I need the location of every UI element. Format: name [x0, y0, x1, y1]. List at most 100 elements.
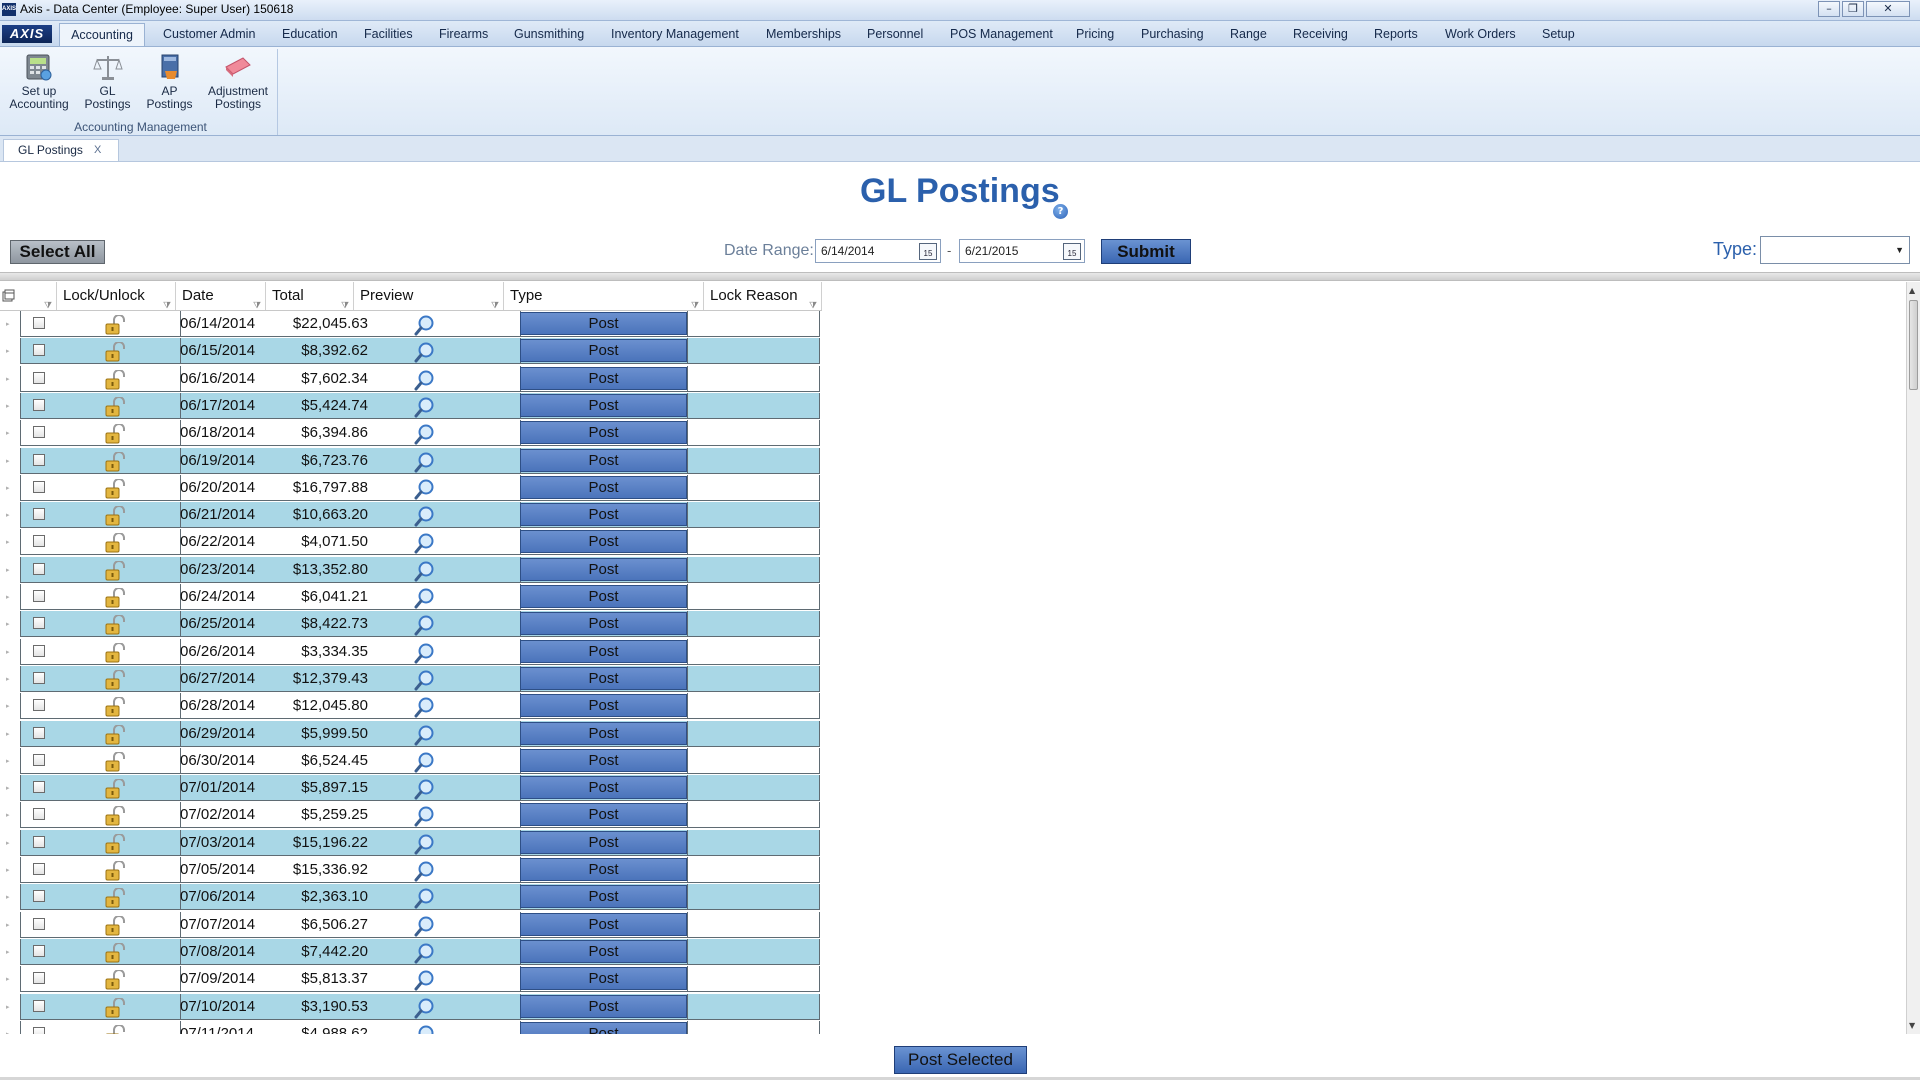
row-checkbox[interactable] [33, 453, 45, 466]
preview-magnifier-icon[interactable] [414, 560, 436, 582]
row-checkbox[interactable] [33, 781, 45, 794]
preview-magnifier-icon[interactable] [414, 478, 436, 500]
row-checkbox[interactable] [33, 863, 45, 875]
menu-tab-firearms[interactable]: Firearms [439, 23, 488, 46]
post-button[interactable]: Post [520, 666, 687, 690]
header-date[interactable]: Date ⧩ [176, 282, 266, 310]
row-checkbox[interactable] [33, 999, 45, 1012]
menu-tab-setup[interactable]: Setup [1542, 23, 1575, 46]
preview-magnifier-icon[interactable] [414, 833, 436, 855]
menu-tab-personnel[interactable]: Personnel [867, 23, 923, 46]
menu-tab-education[interactable]: Education [282, 23, 338, 46]
post-button[interactable]: Post [520, 448, 687, 472]
ap-postings-button[interactable]: AP Postings [142, 53, 197, 111]
lock-icon[interactable] [104, 941, 126, 963]
calendar-icon[interactable]: 15 [919, 243, 937, 260]
menu-tab-gunsmithing[interactable]: Gunsmithing [514, 23, 584, 46]
table-row[interactable]: ▸ 07/11/2014 $4,988.62 Post [6, 1020, 820, 1034]
lock-icon[interactable] [104, 696, 126, 717]
column-chooser-icon[interactable] [2, 289, 15, 302]
lock-icon[interactable] [104, 314, 126, 335]
preview-magnifier-icon[interactable] [414, 1024, 436, 1034]
header-lock-unlock[interactable]: Lock/Unlock ⧩ [57, 282, 176, 310]
table-row[interactable]: ▸ 07/05/2014 $15,336.92 Post [6, 857, 820, 884]
lock-icon[interactable] [104, 860, 126, 881]
table-row[interactable]: ▸ 06/28/2014 $12,045.80 Post [6, 693, 820, 720]
menu-tab-facilities[interactable]: Facilities [364, 23, 413, 46]
table-row[interactable]: ▸ 06/25/2014 $8,422.73 Post [6, 611, 820, 638]
menu-tab-work-orders[interactable]: Work Orders [1445, 23, 1516, 46]
lock-icon[interactable] [104, 887, 126, 908]
table-row[interactable]: ▸ 07/03/2014 $15,196.22 Post [6, 829, 820, 857]
lock-icon[interactable] [104, 559, 126, 581]
row-checkbox[interactable] [33, 426, 45, 439]
menu-tab-pos-management[interactable]: POS Management [950, 23, 1053, 46]
type-select[interactable]: ▼ [1760, 236, 1910, 264]
submit-button[interactable]: Submit [1101, 239, 1191, 264]
preview-magnifier-icon[interactable] [414, 423, 436, 445]
lock-icon[interactable] [104, 450, 126, 472]
menu-tab-range[interactable]: Range [1230, 23, 1267, 46]
row-checkbox[interactable] [33, 944, 45, 957]
lock-icon[interactable] [104, 668, 126, 690]
end-date-field[interactable]: 6/21/2015 15 [959, 239, 1085, 263]
table-row[interactable]: ▸ 06/16/2014 $7,602.34 Post [6, 365, 820, 393]
row-checkbox[interactable] [33, 344, 45, 357]
table-row[interactable]: ▸ 06/24/2014 $6,041.21 Post [6, 584, 820, 611]
setup-accounting-button[interactable]: Set up Accounting [8, 53, 70, 111]
table-row[interactable]: ▸ 06/18/2014 $6,394.86 Post [6, 420, 820, 447]
post-button[interactable]: Post [520, 694, 687, 718]
row-checkbox[interactable] [33, 617, 45, 630]
preview-magnifier-icon[interactable] [414, 642, 436, 664]
table-row[interactable]: ▸ 07/06/2014 $2,363.10 Post [6, 884, 820, 911]
lock-icon[interactable] [104, 614, 126, 635]
lock-icon[interactable] [104, 532, 126, 553]
lock-icon[interactable] [104, 750, 126, 772]
maximize-button[interactable]: ❐ [1842, 1, 1864, 17]
row-checkbox[interactable] [33, 917, 45, 930]
post-button[interactable]: Post [520, 312, 687, 335]
row-checkbox[interactable] [33, 644, 45, 657]
table-row[interactable]: ▸ 06/17/2014 $5,424.74 Post [6, 392, 820, 420]
preview-magnifier-icon[interactable] [414, 724, 436, 746]
header-total[interactable]: Total ⧩ [266, 282, 354, 310]
preview-magnifier-icon[interactable] [414, 860, 436, 882]
row-checkbox[interactable] [33, 317, 45, 329]
post-button[interactable]: Post [520, 967, 687, 991]
header-select[interactable]: ⧩ [20, 282, 57, 310]
table-row[interactable]: ▸ 06/30/2014 $6,524.45 Post [6, 747, 820, 775]
table-row[interactable]: ▸ 06/14/2014 $22,045.63 Post [6, 311, 820, 338]
preview-magnifier-icon[interactable] [414, 505, 436, 527]
preview-magnifier-icon[interactable] [414, 587, 436, 609]
preview-magnifier-icon[interactable] [414, 614, 436, 636]
lock-icon[interactable] [104, 368, 126, 390]
post-button[interactable]: Post [520, 721, 687, 745]
post-button[interactable]: Post [520, 366, 687, 390]
preview-magnifier-icon[interactable] [414, 969, 436, 991]
table-row[interactable]: ▸ 07/10/2014 $3,190.53 Post [6, 993, 820, 1021]
post-button[interactable]: Post [520, 475, 687, 499]
preview-magnifier-icon[interactable] [414, 805, 436, 827]
close-window-button[interactable]: ✕ [1866, 1, 1910, 17]
row-checkbox[interactable] [33, 398, 45, 411]
grid-vertical-scrollbar[interactable]: ▲ ▼ [1906, 282, 1920, 1034]
preview-magnifier-icon[interactable] [414, 396, 436, 418]
table-row[interactable]: ▸ 06/26/2014 $3,334.35 Post [6, 638, 820, 666]
scroll-up-icon[interactable]: ▲ [1909, 286, 1915, 295]
post-button[interactable]: Post [520, 939, 687, 963]
menu-tab-inventory-management[interactable]: Inventory Management [611, 23, 739, 46]
table-row[interactable]: ▸ 06/29/2014 $5,999.50 Post [6, 720, 820, 748]
row-checkbox[interactable] [33, 890, 45, 903]
post-selected-button[interactable]: Post Selected [894, 1046, 1027, 1074]
post-button[interactable]: Post [520, 639, 687, 663]
post-button[interactable]: Post [520, 912, 687, 936]
lock-icon[interactable] [104, 723, 126, 745]
lock-icon[interactable] [104, 832, 126, 854]
table-row[interactable]: ▸ 07/02/2014 $5,259.25 Post [6, 802, 820, 829]
post-button[interactable]: Post [520, 612, 687, 636]
menu-tab-accounting[interactable]: Accounting [59, 23, 145, 46]
post-button[interactable]: Post [520, 858, 687, 881]
row-checkbox[interactable] [33, 753, 45, 766]
menu-tab-memberships[interactable]: Memberships [766, 23, 841, 46]
header-type[interactable]: Type ⧩ [504, 282, 704, 310]
